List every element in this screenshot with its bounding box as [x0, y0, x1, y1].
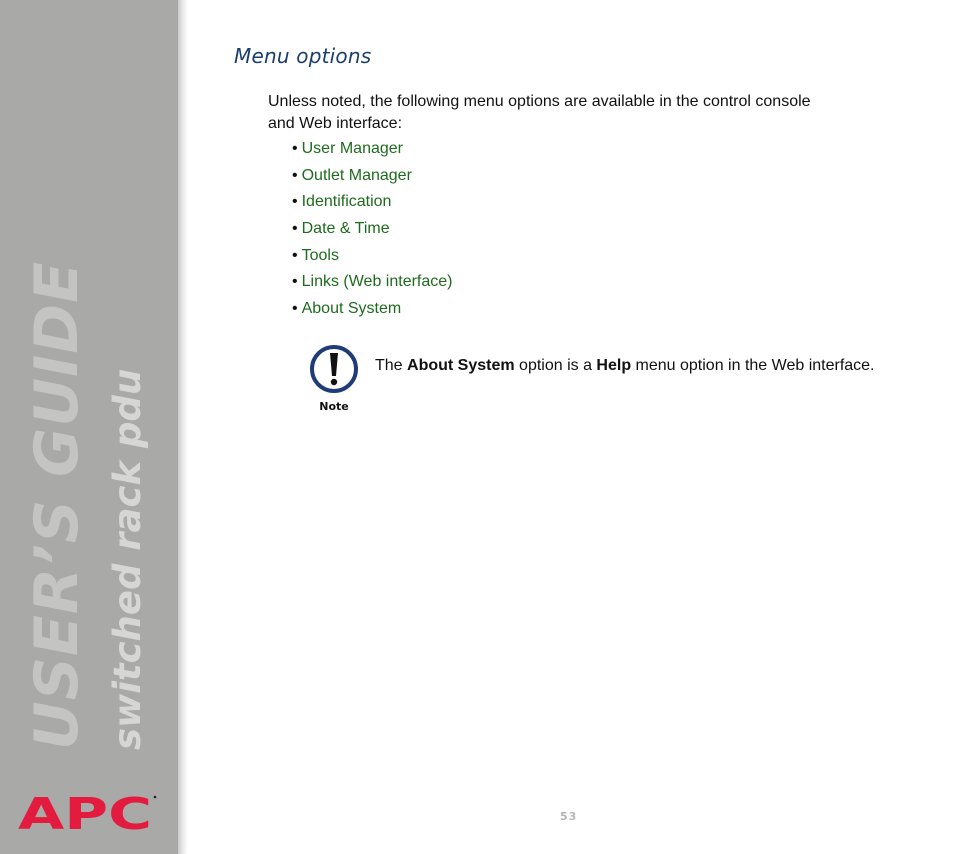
intro-paragraph: Unless noted, the following menu options…	[268, 93, 811, 132]
note-label: Note	[319, 400, 348, 413]
note-text-middle: option is a	[514, 357, 597, 374]
bullet: •	[292, 300, 298, 318]
list-item: • About System	[292, 297, 452, 324]
exclamation-dot	[330, 378, 338, 386]
link-about-system[interactable]: About System	[302, 300, 402, 317]
bullet: •	[292, 246, 298, 264]
sidebar-title: USER’S GUIDE	[22, 260, 92, 750]
note-bold-help: Help	[596, 357, 632, 374]
link-identification[interactable]: Identification	[302, 193, 392, 210]
link-links-web-interface[interactable]: Links (Web interface)	[302, 273, 453, 290]
list-item: • User Manager	[292, 137, 452, 164]
registered-mark	[153, 795, 157, 799]
list-item: • Links (Web interface)	[292, 270, 452, 297]
page-number: 53	[560, 810, 578, 823]
bullet: •	[292, 273, 298, 291]
list-item: • Tools	[292, 244, 452, 271]
list-item: • Identification	[292, 190, 452, 217]
apc-logo-text: APC	[18, 793, 152, 833]
link-outlet-manager[interactable]: Outlet Manager	[302, 167, 412, 184]
bullet: •	[292, 166, 298, 184]
sidebar: USER’S GUIDE switched rack pdu APC	[0, 0, 178, 854]
note-icon: Note	[310, 345, 358, 413]
bullet: •	[292, 193, 298, 211]
note-text-suffix: menu option in the Web interface.	[631, 357, 875, 374]
list-item: • Outlet Manager	[292, 164, 452, 191]
link-date-time[interactable]: Date & Time	[302, 220, 390, 237]
note-text-prefix: The	[375, 357, 408, 374]
note-bold-about-system: About System	[407, 357, 515, 374]
bullet: •	[292, 220, 298, 238]
apc-logo: APC	[18, 793, 157, 833]
link-tools[interactable]: Tools	[302, 247, 339, 264]
link-user-manager[interactable]: User Manager	[302, 140, 403, 157]
list-item: • Date & Time	[292, 217, 452, 244]
bullet: •	[292, 140, 298, 157]
menu-options-list: • User Manager • Outlet Manager • Identific…	[292, 137, 452, 324]
sidebar-shadow	[178, 0, 188, 854]
note-text: The About System option is a Help menu o…	[375, 354, 875, 378]
page-heading: Menu options	[234, 44, 372, 68]
sidebar-subtitle: switched rack pdu	[106, 368, 149, 750]
